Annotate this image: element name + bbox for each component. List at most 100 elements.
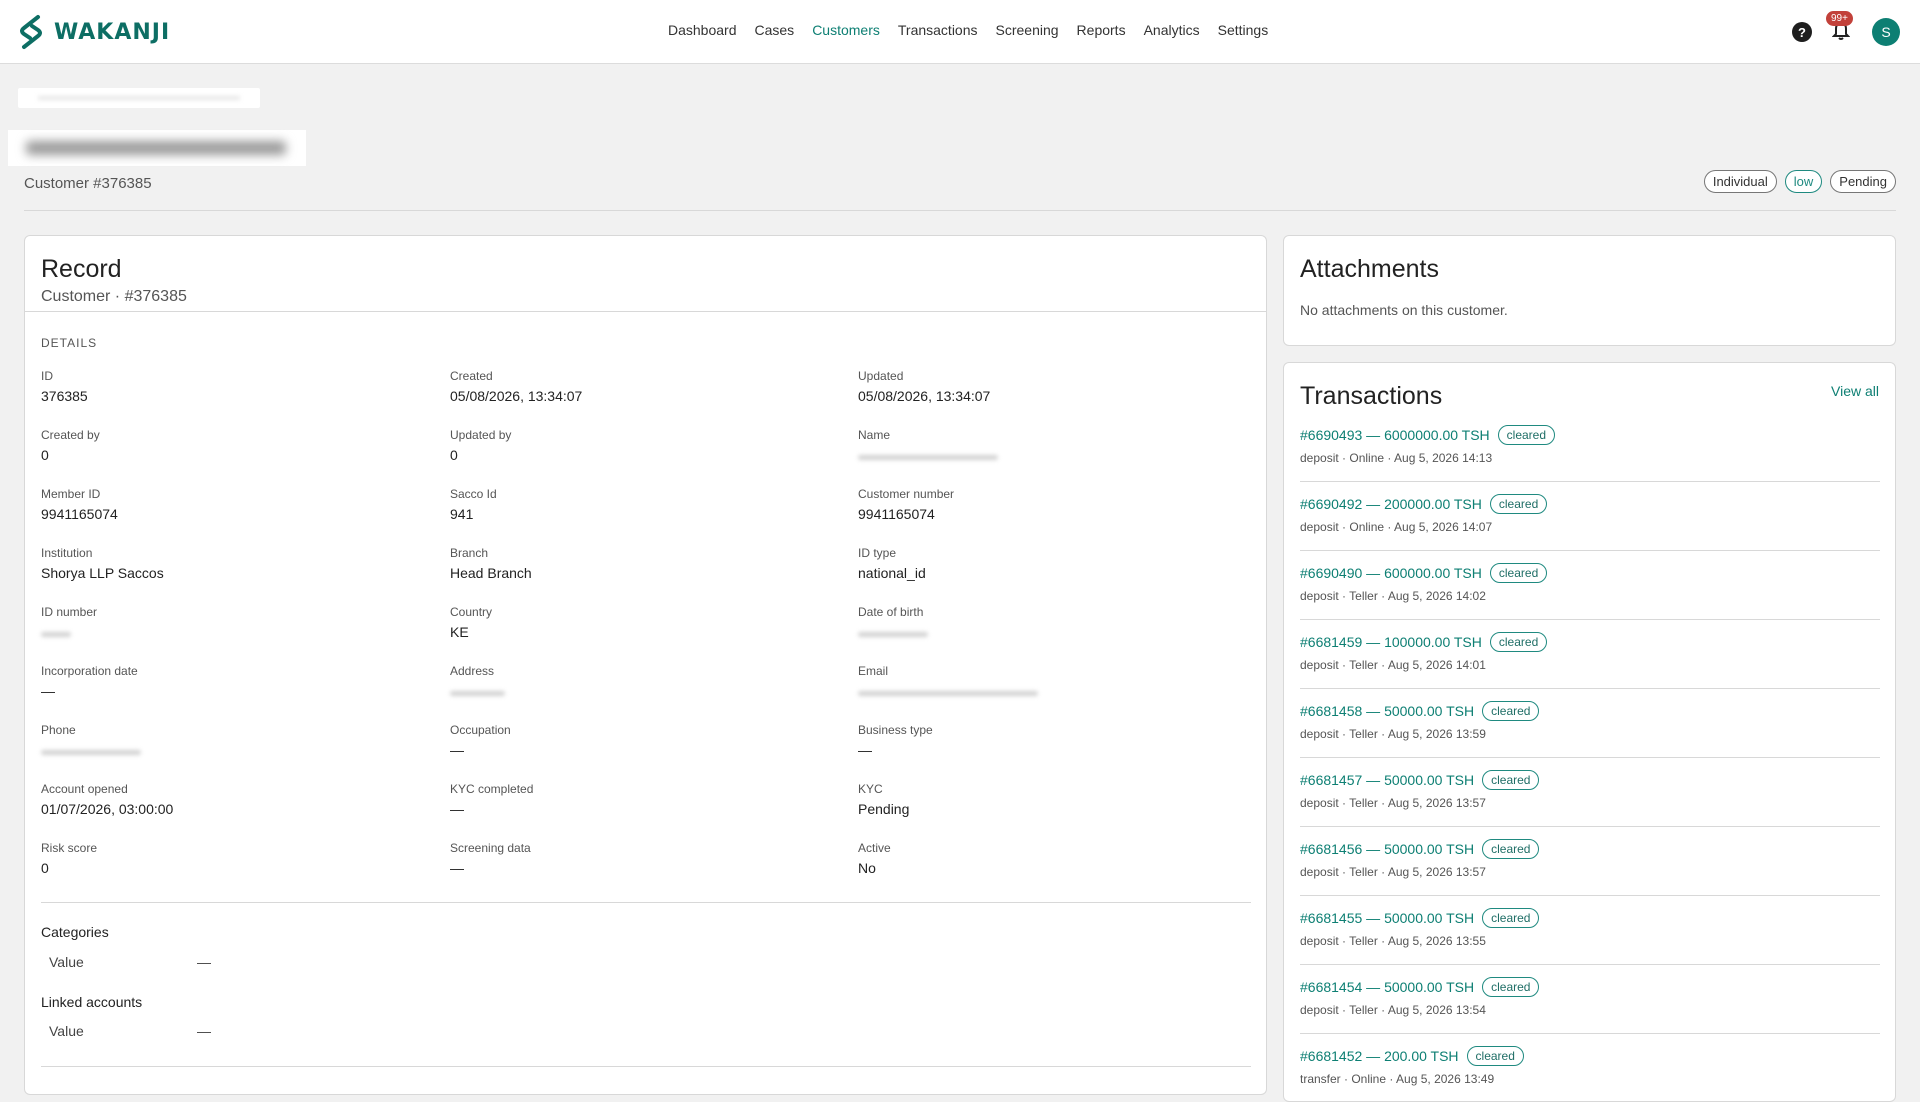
nav-reports[interactable]: Reports [1077,22,1126,38]
field-label: Customer number [858,487,955,501]
field-value: Pending [858,801,910,817]
nav-cases[interactable]: Cases [755,22,795,38]
field-value-redacted [858,683,1238,701]
transaction-meta: deposit · Teller · Aug 5, 2026 13:59 [1300,727,1486,741]
nav-screening[interactable]: Screening [996,22,1059,38]
field-email: Email [858,664,1238,701]
attachments-title: Attachments [1300,255,1439,283]
field-kyc: KYC Pending [858,782,1238,819]
status-badge: cleared [1482,908,1540,928]
top-navbar: WAKANJI Dashboard Cases Customers Transa… [0,0,1920,64]
field-value-redacted [41,742,421,760]
transaction-divider [1300,826,1880,827]
transaction-item[interactable]: #6690490 — 600000.00 TSH cleared deposit … [1300,563,1880,603]
nav-dashboard[interactable]: Dashboard [668,22,737,38]
field-value: 05/08/2026, 13:34:07 [450,388,583,404]
nav-settings[interactable]: Settings [1218,22,1269,38]
field-label: Occupation [450,723,511,737]
type-tag: Individual [1703,170,1777,193]
notifications-button[interactable]: 99+ [1826,11,1853,43]
transaction-link[interactable]: #6681459 — 100000.00 TSH [1300,634,1482,650]
categories-row-label: Value [49,954,84,970]
transaction-item[interactable]: #6690493 — 6000000.00 TSH cleared deposit… [1300,425,1880,465]
field-account-opened: Account opened 01/07/2026, 03:00:00 [41,782,421,819]
user-avatar[interactable]: S [1872,18,1900,46]
field-screening-data: Screening data — [450,841,830,878]
transaction-meta: deposit · Teller · Aug 5, 2026 14:01 [1300,658,1486,672]
transaction-item[interactable]: #6681455 — 50000.00 TSH cleared deposit ·… [1300,908,1880,948]
field-value: 9941165074 [41,506,118,522]
field-business-type: Business type — [858,723,1238,760]
transaction-divider [1300,550,1880,551]
transaction-item[interactable]: #6681456 — 50000.00 TSH cleared deposit ·… [1300,839,1880,879]
linked-accounts-row-label: Value [49,1023,84,1039]
transaction-link[interactable]: #6681456 — 50000.00 TSH [1300,841,1474,857]
attachments-empty-text: No attachments on this customer. [1300,302,1508,318]
transaction-item[interactable]: #6681459 — 100000.00 TSH cleared deposit … [1300,632,1880,672]
help-icon[interactable]: ? [1792,22,1812,42]
attachments-card: Attachments No attachments on this custo… [1283,235,1896,346]
view-all-link[interactable]: View all [1831,383,1879,399]
risk-tag: low [1784,170,1823,193]
brand-logo[interactable]: WAKANJI [16,14,170,50]
nav-transactions[interactable]: Transactions [898,22,978,38]
transaction-link[interactable]: #6690493 — 6000000.00 TSH [1300,427,1490,443]
transaction-meta: deposit · Teller · Aug 5, 2026 13:57 [1300,865,1486,879]
notification-count-badge: 99+ [1826,11,1853,26]
transactions-title: Transactions [1300,382,1443,410]
field-label: Member ID [41,487,101,501]
field-label: Active [858,841,891,855]
transaction-item[interactable]: #6681454 — 50000.00 TSH cleared deposit ·… [1300,977,1880,1017]
field-date-of-birth: Date of birth [858,605,1238,642]
field-active: Active No [858,841,1238,878]
record-card: Record Customer · #376385 DETAILS ID 376… [24,235,1267,1095]
field-value: — [450,742,464,758]
header-divider [24,210,1896,211]
field-value: 376385 [41,388,88,404]
status-badge: cleared [1482,770,1540,790]
nav-customers[interactable]: Customers [812,22,880,38]
transaction-divider [1300,964,1880,965]
field-created-by: Created by 0 [41,428,421,465]
transaction-link[interactable]: #6681452 — 200.00 TSH [1300,1048,1459,1064]
field-label: ID type [858,546,897,560]
field-label: Institution [41,546,93,560]
field-value-redacted [450,683,830,701]
transaction-item[interactable]: #6681457 — 50000.00 TSH cleared deposit ·… [1300,770,1880,810]
field-value: — [858,742,872,758]
status-badge: cleared [1482,701,1540,721]
transaction-divider [1300,1033,1880,1034]
transaction-link[interactable]: #6681457 — 50000.00 TSH [1300,772,1474,788]
transaction-divider [1300,481,1880,482]
transaction-divider [1300,688,1880,689]
field-country: Country KE [450,605,830,642]
transaction-link[interactable]: #6681458 — 50000.00 TSH [1300,703,1474,719]
field-label: Date of birth [858,605,924,619]
field-branch: Branch Head Branch [450,546,830,583]
transaction-item[interactable]: #6681452 — 200.00 TSH cleared transfer · … [1300,1046,1880,1086]
field-incorporation-date: Incorporation date — [41,664,421,701]
field-label: Country [450,605,493,619]
nav-analytics[interactable]: Analytics [1144,22,1200,38]
kyc-status-tag: Pending [1830,170,1896,193]
transaction-link[interactable]: #6690492 — 200000.00 TSH [1300,496,1482,512]
transaction-item[interactable]: #6681458 — 50000.00 TSH cleared deposit ·… [1300,701,1880,741]
transaction-link[interactable]: #6690490 — 600000.00 TSH [1300,565,1482,581]
main-nav: Dashboard Cases Customers Transactions S… [668,22,1268,38]
field-member-id: Member ID 9941165074 [41,487,421,524]
transaction-item[interactable]: #6690492 — 200000.00 TSH cleared deposit … [1300,494,1880,534]
field-sacco-id: Sacco Id 941 [450,487,830,524]
field-risk-score: Risk score 0 [41,841,421,878]
field-kyc-completed: KYC completed — [450,782,830,819]
status-badge: cleared [1466,1046,1524,1066]
field-id-type: ID type national_id [858,546,1238,583]
status-badge: cleared [1482,839,1540,859]
field-value: KE [450,624,469,640]
customer-id-subtitle: Customer #376385 [24,175,152,192]
field-label: Incorporation date [41,664,138,678]
field-institution: Institution Shorya LLP Saccos [41,546,421,583]
transaction-link[interactable]: #6681454 — 50000.00 TSH [1300,979,1474,995]
linked-accounts-title: Linked accounts [41,994,143,1010]
status-badge: cleared [1489,632,1548,652]
transaction-link[interactable]: #6681455 — 50000.00 TSH [1300,910,1474,926]
